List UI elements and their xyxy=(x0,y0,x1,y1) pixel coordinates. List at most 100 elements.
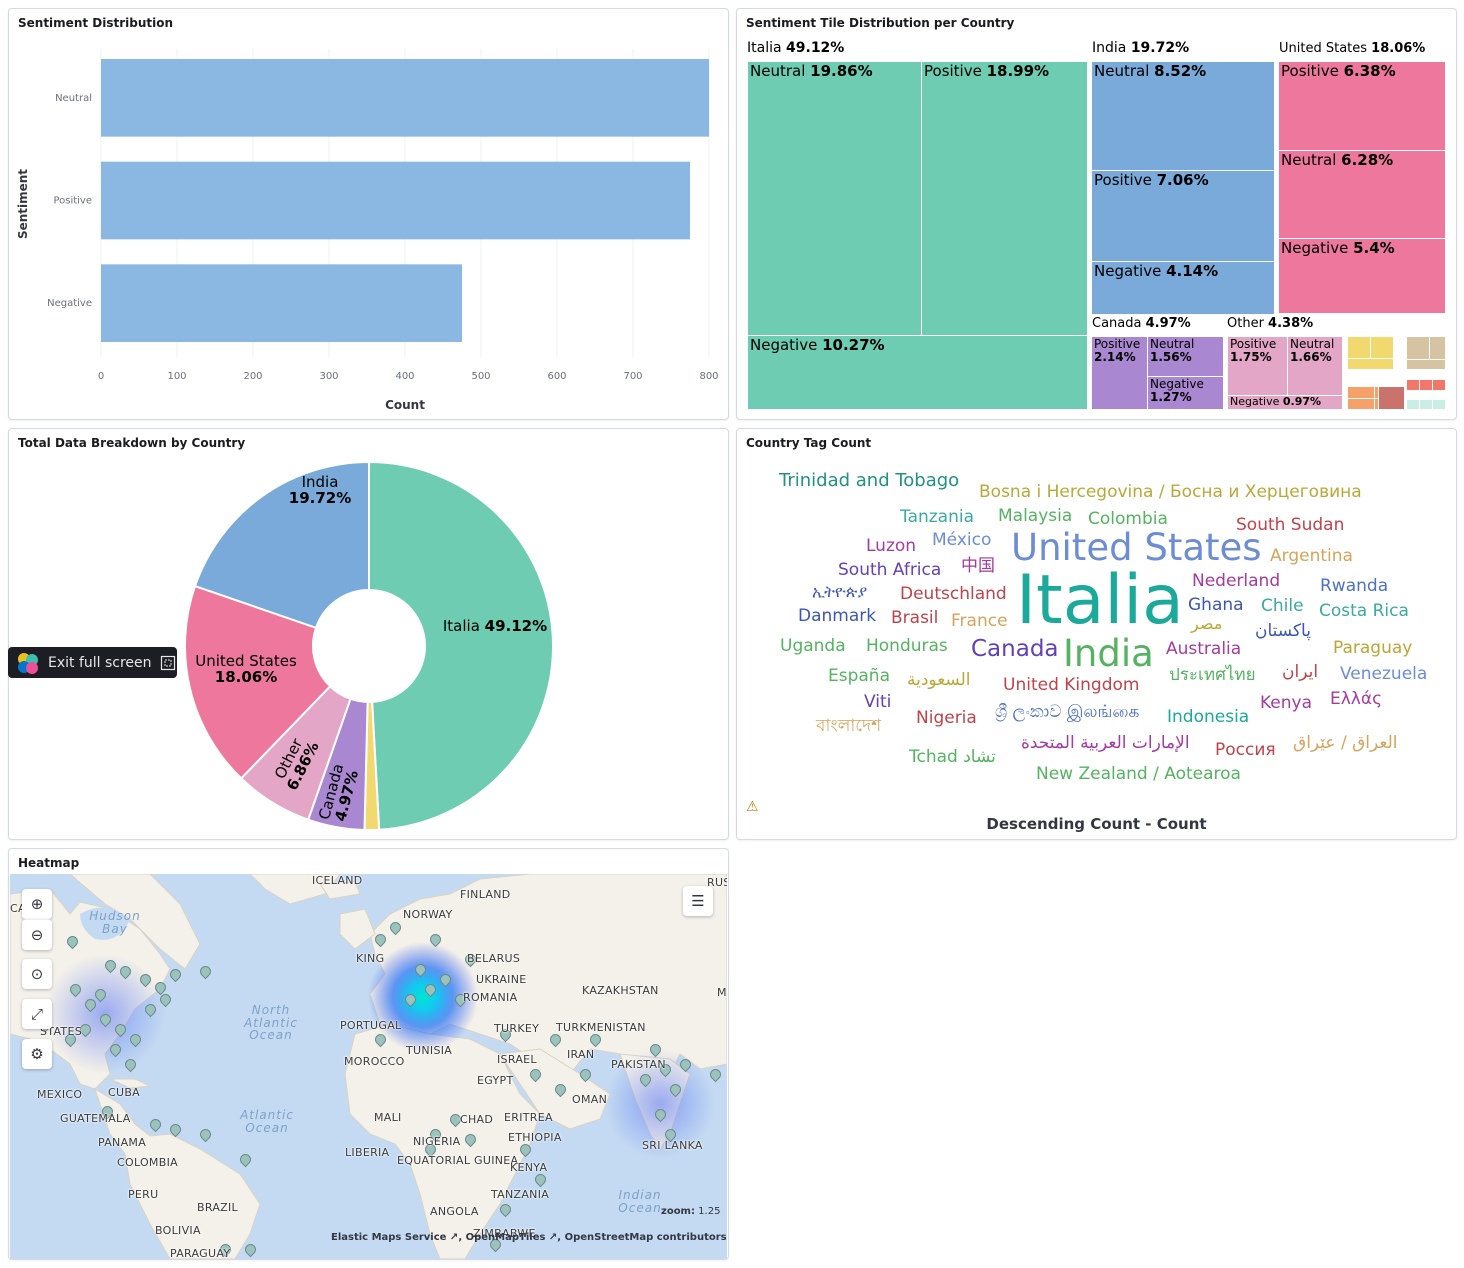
zoom-out-button[interactable]: ⊖ xyxy=(22,919,52,950)
word-cloud-tag[interactable]: العراق / عێراق xyxy=(1293,735,1398,752)
word-cloud-tag[interactable]: United Kingdom xyxy=(1003,677,1139,694)
word-cloud-tag[interactable]: España xyxy=(828,668,890,685)
map-country-label: IRAN xyxy=(567,1048,595,1061)
word-cloud-tag[interactable]: বাংলাদেশ xyxy=(816,718,881,735)
word-cloud-tag[interactable]: 中国 xyxy=(961,558,995,575)
word-cloud-tag[interactable]: ኢትዮጵያ xyxy=(812,584,867,600)
word-cloud-tag[interactable]: Luzon xyxy=(866,538,916,555)
recenter-icon[interactable]: ⊙ xyxy=(22,959,52,989)
tile-us-neutral[interactable]: Neutral 6.28% xyxy=(1278,150,1446,239)
word-cloud-tag[interactable]: Ghana xyxy=(1188,597,1244,614)
tile-minor[interactable] xyxy=(1432,379,1446,391)
word-cloud-tag[interactable]: Deutschland xyxy=(900,586,1007,603)
tile-india-positive[interactable]: Positive 7.06% xyxy=(1091,170,1275,262)
map-country-label: CHAD xyxy=(460,1113,494,1126)
word-cloud-tag[interactable]: Nederland xyxy=(1192,573,1280,590)
tile-minor[interactable] xyxy=(1419,399,1433,410)
word-cloud-tag[interactable]: Honduras xyxy=(866,638,948,655)
word-cloud-tag[interactable]: Rwanda xyxy=(1320,578,1388,595)
tile-minor[interactable] xyxy=(1429,336,1446,360)
tile-other-neutral[interactable]: Neutral 1.66% xyxy=(1287,336,1343,396)
warning-icon[interactable]: ⚠ xyxy=(746,799,759,815)
word-cloud-tag[interactable]: Canada xyxy=(971,638,1059,661)
word-cloud-tag[interactable]: Paraguay xyxy=(1333,640,1412,657)
bar-neutral[interactable] xyxy=(101,59,709,137)
tile-minor[interactable] xyxy=(1406,379,1420,391)
word-cloud-tag[interactable]: New Zealand / Aotearoa xyxy=(1036,766,1241,783)
word-cloud-tag[interactable]: South Africa xyxy=(838,562,941,579)
word-cloud-tag[interactable]: ایران xyxy=(1282,664,1318,681)
word-cloud-tag[interactable]: France xyxy=(951,613,1008,630)
word-cloud-tag[interactable]: پاکستان xyxy=(1255,623,1311,640)
map-country-label: MALI xyxy=(374,1111,402,1124)
word-cloud-tag[interactable]: Australia xyxy=(1166,641,1241,658)
tile-canada-positive[interactable]: Positive 2.14% xyxy=(1091,336,1148,410)
bar-negative[interactable] xyxy=(101,264,462,342)
map-country-label: TURKEY xyxy=(494,1022,540,1035)
tile-label: Other 4.38% xyxy=(1227,316,1314,331)
word-cloud-tag[interactable]: الإمارات العربية المتحدة xyxy=(1021,735,1190,752)
word-cloud-tag[interactable]: Ελλάς xyxy=(1330,691,1382,708)
map-zoom-readout: zoom: 1.25 xyxy=(661,1206,720,1217)
tile-minor[interactable] xyxy=(1406,399,1420,410)
tile-canada-negative[interactable]: Negative 1.27% xyxy=(1147,376,1224,410)
tile-label: Positive 2.14% xyxy=(1094,337,1141,364)
word-cloud-tag[interactable]: India xyxy=(1063,635,1154,672)
word-cloud-tag[interactable]: السعودية xyxy=(907,672,970,689)
word-cloud-tag[interactable]: ශ්‍රී ලංකාව இலங்கை xyxy=(995,704,1139,721)
word-cloud-tag[interactable]: Trinidad and Tobago xyxy=(779,472,959,490)
exit-full-screen-button[interactable]: Exit full screen xyxy=(8,647,177,678)
zoom-label: zoom: xyxy=(661,1206,695,1217)
tile-minor[interactable] xyxy=(1378,386,1405,410)
tile-other-positive[interactable]: Positive 1.75% xyxy=(1227,336,1288,396)
word-cloud-tag[interactable]: México xyxy=(932,532,991,549)
attribution-openmaptiles[interactable]: OpenMapTiles xyxy=(466,1232,546,1243)
word-cloud-tag[interactable]: مصر xyxy=(1191,616,1222,632)
word-cloud-tag[interactable]: Россия xyxy=(1215,742,1276,759)
tile-italia-neutral[interactable]: Neutral 19.86% xyxy=(747,61,922,336)
map-country-label: CUBA xyxy=(108,1086,141,1099)
tile-minor[interactable] xyxy=(1370,336,1394,359)
tile-other-negative[interactable]: Negative 0.97% xyxy=(1227,395,1343,410)
word-cloud-tag[interactable]: Argentina xyxy=(1270,548,1353,565)
tile-india-neutral[interactable]: Neutral 8.52% xyxy=(1091,61,1275,171)
word-cloud-tag[interactable]: Chile xyxy=(1261,598,1304,615)
tools-icon[interactable]: ⚙ xyxy=(22,1039,52,1069)
tile-canada-neutral[interactable]: Neutral 1.56% xyxy=(1147,336,1224,377)
tile-minor[interactable] xyxy=(1347,398,1375,410)
tile-india-negative[interactable]: Negative 4.14% xyxy=(1091,261,1275,315)
bar-positive[interactable] xyxy=(101,161,690,240)
word-cloud-tag[interactable]: Uganda xyxy=(780,638,846,655)
word-cloud-tag[interactable]: Malaysia xyxy=(998,508,1072,525)
map-canvas[interactable]: ICELAND FINLAND NORWAY BELARUS UKRAINE KAZAKH… xyxy=(10,874,727,1259)
tile-minor[interactable] xyxy=(1347,336,1371,359)
word-cloud-tag[interactable]: Venezuela xyxy=(1340,666,1427,683)
word-cloud-tag[interactable]: Tanzania xyxy=(900,509,974,526)
attribution-osm[interactable]: OpenStreetMap contributors xyxy=(565,1232,727,1243)
tile-minor[interactable] xyxy=(1419,379,1433,391)
word-cloud-tag[interactable]: Danmark xyxy=(798,608,876,625)
word-cloud-tag[interactable]: Brasil xyxy=(891,610,938,627)
attribution-elastic[interactable]: Elastic Maps Service xyxy=(331,1232,446,1243)
word-cloud-tag[interactable]: Tchad تشاد xyxy=(909,749,996,766)
word-cloud-tag[interactable]: Italia xyxy=(1016,567,1184,635)
tile-minor[interactable] xyxy=(1347,358,1394,370)
word-cloud-tag[interactable]: Kenya xyxy=(1260,695,1312,712)
tile-us-negative[interactable]: Negative 5.4% xyxy=(1278,238,1446,314)
tile-minor[interactable] xyxy=(1406,336,1430,360)
donut-slice[interactable] xyxy=(368,460,555,831)
word-cloud-tag[interactable]: Indonesia xyxy=(1167,709,1249,726)
word-cloud-tag[interactable]: ประเทศไทย xyxy=(1169,667,1256,684)
zoom-in-button[interactable]: ⊕ xyxy=(22,889,52,919)
word-cloud-tag[interactable]: Viti xyxy=(864,694,891,711)
tile-minor[interactable] xyxy=(1432,399,1446,410)
tile-italia-negative[interactable]: Negative 10.27% xyxy=(747,335,1088,410)
word-cloud-tag[interactable]: Costa Rica xyxy=(1319,603,1409,620)
word-cloud-tag[interactable]: Nigeria xyxy=(916,710,977,727)
tile-us-positive[interactable]: Positive 6.38% xyxy=(1278,61,1446,151)
fit-bounds-icon[interactable]: ⤢ xyxy=(22,999,52,1029)
tile-italia-positive[interactable]: Positive 18.99% xyxy=(921,61,1088,336)
tile-minor[interactable] xyxy=(1406,359,1446,370)
layer-control-button[interactable]: ☰ xyxy=(683,886,713,916)
word-cloud-tag[interactable]: Bosna i Hercegovina / Босна и Херцеговин… xyxy=(979,484,1362,501)
